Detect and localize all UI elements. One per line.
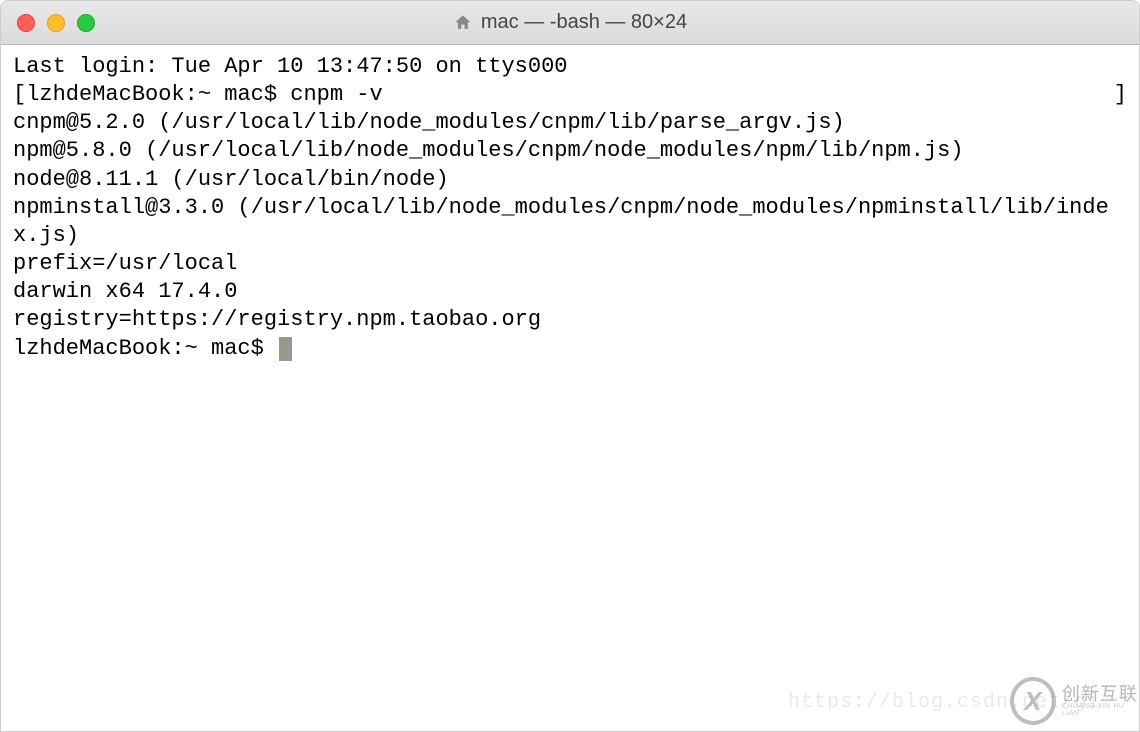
watermark-logo: X 创新互联 CHUANG XIN HU LIAN — [1010, 670, 1140, 732]
close-button[interactable] — [17, 14, 35, 32]
terminal-line: npm@5.8.0 (/usr/local/lib/node_modules/c… — [13, 137, 1127, 165]
terminal-line: lzhdeMacBook:~ mac$ — [13, 335, 1127, 363]
terminal-body[interactable]: Last login: Tue Apr 10 13:47:50 on ttys0… — [1, 45, 1139, 731]
minimize-button[interactable] — [47, 14, 65, 32]
terminal-line: node@8.11.1 (/usr/local/bin/node) — [13, 166, 1127, 194]
terminal-line: prefix=/usr/local — [13, 250, 1127, 278]
terminal-line: registry=https://registry.npm.taobao.org — [13, 306, 1127, 334]
terminal-line: npminstall@3.3.0 (/usr/local/lib/node_mo… — [13, 194, 1127, 250]
terminal-line: darwin x64 17.4.0 — [13, 278, 1127, 306]
traffic-lights — [17, 14, 95, 32]
terminal-line: cnpm@5.2.0 (/usr/local/lib/node_modules/… — [13, 109, 1127, 137]
terminal-line: Last login: Tue Apr 10 13:47:50 on ttys0… — [13, 53, 1127, 81]
logo-en: CHUANG XIN HU LIAN — [1062, 703, 1140, 717]
logo-circle-icon: X — [1010, 677, 1056, 725]
title-wrap: mac — -bash — 80×24 — [453, 11, 687, 34]
home-icon — [453, 13, 473, 33]
logo-cn: 创新互联 — [1062, 685, 1140, 703]
window-title: mac — -bash — 80×24 — [481, 11, 687, 34]
terminal-line: [lzhdeMacBook:~ mac$ cnpm -v] — [13, 81, 1127, 109]
terminal-window: mac — -bash — 80×24 Last login: Tue Apr … — [0, 0, 1140, 732]
terminal-cursor — [279, 337, 292, 361]
titlebar[interactable]: mac — -bash — 80×24 — [1, 1, 1139, 45]
logo-text: 创新互联 CHUANG XIN HU LIAN — [1062, 685, 1140, 717]
zoom-button[interactable] — [77, 14, 95, 32]
